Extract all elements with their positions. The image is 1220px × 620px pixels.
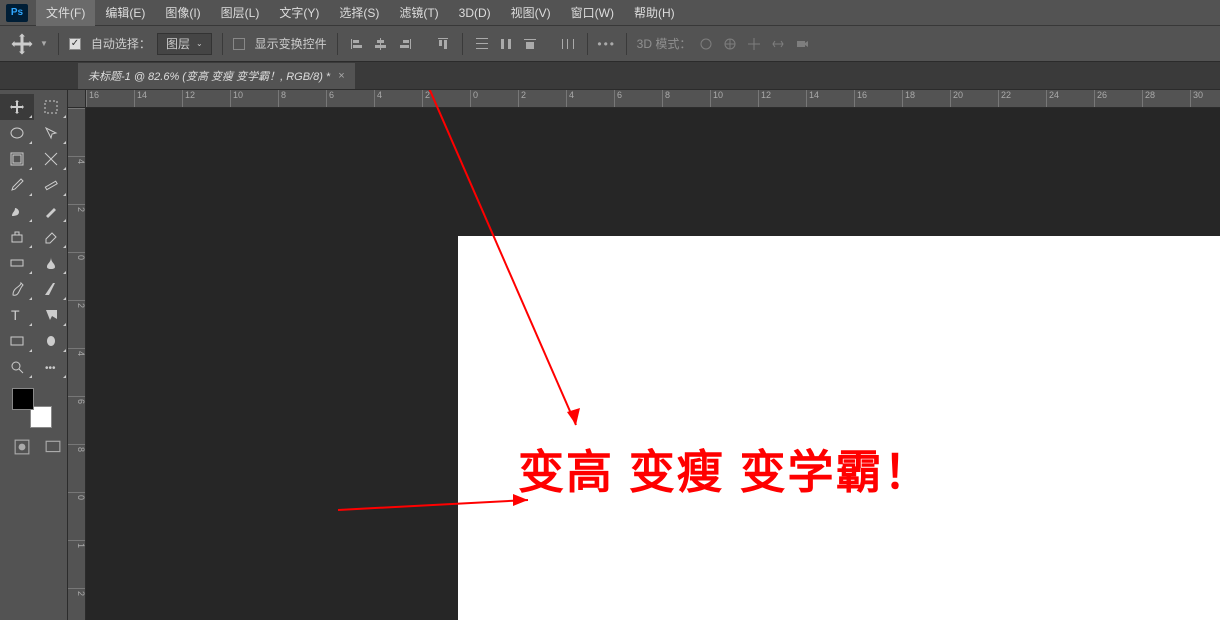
screen-mode-icon[interactable] (40, 434, 68, 460)
options-bar: ▼ ✓ 自动选择： 图层⌄ 显示变换控件 ••• 3D 模式： (0, 26, 1220, 62)
eraser-tool[interactable] (34, 224, 68, 250)
align-right-icon[interactable] (396, 35, 414, 53)
clone-tool[interactable] (0, 224, 34, 250)
toolbox: T ••• (0, 90, 68, 620)
menu-item[interactable]: 3D(D) (449, 0, 501, 26)
more-options-icon[interactable]: ••• (598, 35, 616, 53)
menu-item[interactable]: 图层(L) (211, 0, 270, 26)
3d-orbit-icon (697, 35, 715, 53)
canvas-area[interactable]: 161412108642024681012141618202224262830 … (68, 90, 1220, 620)
transform-label: 显示变换控件 (255, 35, 327, 52)
distribute-vcenter-icon[interactable] (497, 35, 515, 53)
document-tab-bar: 未标题-1 @ 82.6% (变高 变瘦 变学霸！, RGB/8) * × (0, 62, 1220, 90)
hand-tool[interactable] (34, 328, 68, 354)
3d-camera-icon (793, 35, 811, 53)
text-direction-tool[interactable] (34, 276, 68, 302)
pen-tool[interactable] (0, 276, 34, 302)
3d-roll-icon (721, 35, 739, 53)
menu-item[interactable]: 文字(Y) (269, 0, 329, 26)
more-tool[interactable]: ••• (34, 354, 68, 380)
distribute-top-icon[interactable] (473, 35, 491, 53)
transform-checkbox[interactable] (233, 38, 245, 50)
close-tab-icon[interactable]: × (338, 70, 344, 82)
menu-bar: Ps 文件(F)编辑(E)图像(I)图层(L)文字(Y)选择(S)滤镜(T)3D… (0, 0, 1220, 26)
menu-item[interactable]: 文件(F) (36, 0, 95, 26)
auto-select-checkbox[interactable]: ✓ (69, 38, 81, 50)
blur-tool[interactable] (34, 250, 68, 276)
align-hcenter-icon[interactable] (372, 35, 390, 53)
auto-select-dropdown[interactable]: 图层⌄ (157, 33, 212, 55)
ruler-tool[interactable] (34, 172, 68, 198)
ruler-horizontal: 161412108642024681012141618202224262830 (86, 90, 1220, 108)
document-tab[interactable]: 未标题-1 @ 82.6% (变高 变瘦 变学霸！, RGB/8) * × (78, 63, 355, 89)
frame-tool[interactable] (34, 146, 68, 172)
document-tab-title: 未标题-1 @ 82.6% (变高 变瘦 变学霸！, RGB/8) * (88, 68, 330, 84)
brush-tool[interactable] (0, 198, 34, 224)
magic-wand-tool[interactable] (34, 120, 68, 146)
crop-tool[interactable] (0, 146, 34, 172)
chevron-down-icon[interactable]: ▼ (40, 39, 48, 48)
ruler-vertical: 420246801214 (68, 108, 86, 620)
zoom-tool[interactable] (0, 354, 34, 380)
align-left-icon[interactable] (348, 35, 366, 53)
svg-text:•••: ••• (45, 363, 56, 374)
menu-item[interactable]: 窗口(W) (561, 0, 624, 26)
3d-slide-icon (769, 35, 787, 53)
mode-3d-label: 3D 模式： (637, 35, 692, 52)
distribute-h-icon[interactable] (559, 35, 577, 53)
lasso-tool[interactable] (0, 120, 34, 146)
menu-item[interactable]: 图像(I) (155, 0, 210, 26)
menu-item[interactable]: 帮助(H) (624, 0, 685, 26)
eyedropper-tool[interactable] (0, 172, 34, 198)
artboard-tool[interactable] (34, 94, 68, 120)
gradient-tool[interactable] (0, 250, 34, 276)
menu-item[interactable]: 选择(S) (329, 0, 389, 26)
svg-text:T: T (11, 307, 20, 323)
ruler-corner (68, 90, 86, 108)
menu-item[interactable]: 视图(V) (501, 0, 561, 26)
color-swatches[interactable] (12, 388, 52, 428)
app-logo: Ps (6, 4, 28, 22)
type-tool[interactable]: T (0, 302, 34, 328)
canvas-text-layer[interactable]: 变高 变瘦 变学霸！ (518, 436, 932, 502)
canvas-page[interactable]: 变高 变瘦 变学霸！ (458, 236, 1220, 620)
auto-select-label: 自动选择： (91, 35, 151, 52)
move-tool[interactable] (0, 94, 34, 120)
rectangle-tool[interactable] (0, 328, 34, 354)
menu-item[interactable]: 滤镜(T) (389, 0, 448, 26)
align-top-icon[interactable] (434, 35, 452, 53)
path-tool[interactable] (34, 302, 68, 328)
distribute-bottom-icon[interactable] (521, 35, 539, 53)
move-tool-icon (10, 32, 34, 56)
menu-item[interactable]: 编辑(E) (95, 0, 155, 26)
3d-pan-icon (745, 35, 763, 53)
quick-mask-icon[interactable] (8, 434, 36, 460)
foreground-color-swatch[interactable] (12, 388, 34, 410)
pencil-tool[interactable] (34, 198, 68, 224)
